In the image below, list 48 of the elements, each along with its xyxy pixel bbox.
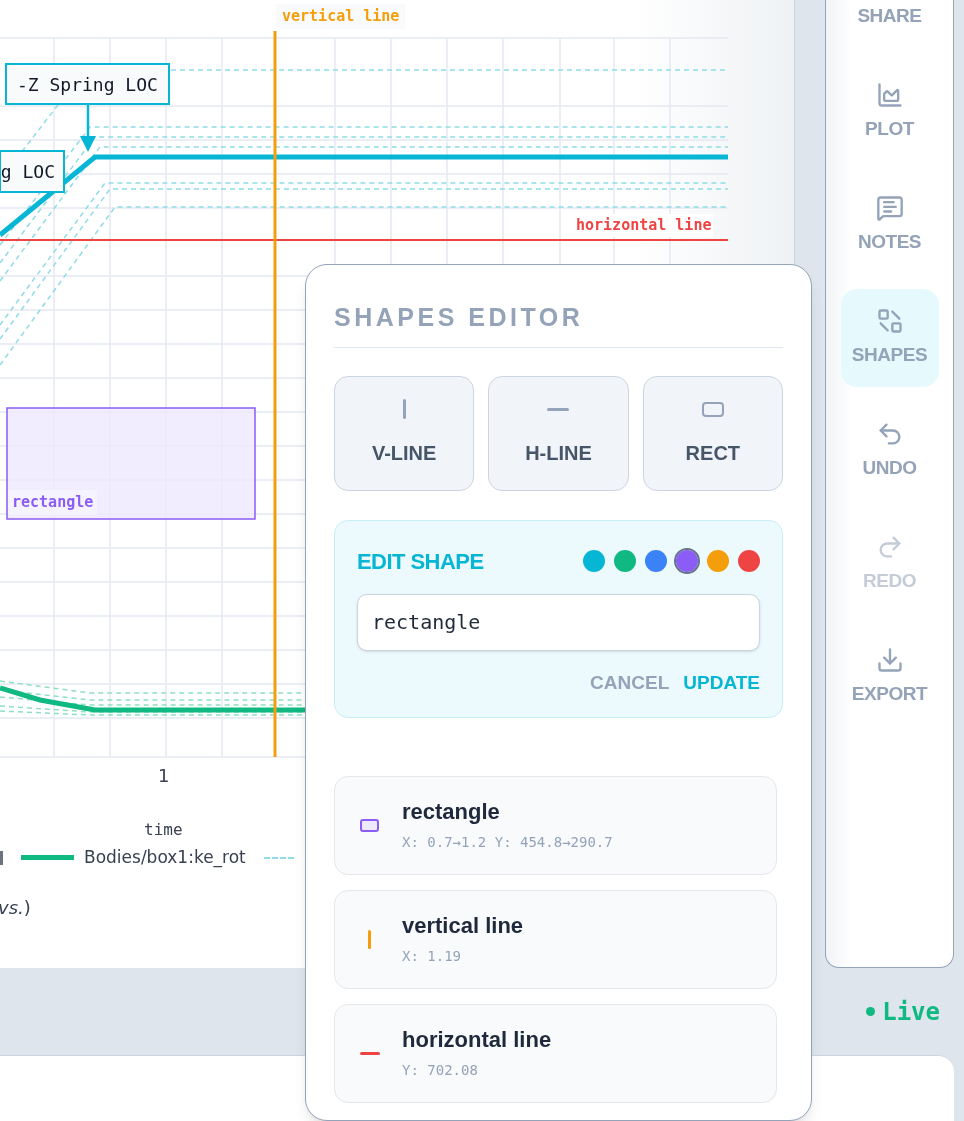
update-button[interactable]: UPDATE xyxy=(683,668,760,697)
color-swatch[interactable] xyxy=(614,550,636,572)
legend-swatch xyxy=(0,850,3,865)
status-label: Live xyxy=(882,996,940,1028)
cancel-button[interactable]: CANCEL xyxy=(590,668,670,697)
shape-list-item[interactable]: horizontal line Y: 702.08 xyxy=(334,1004,777,1103)
edit-shape-title: EDIT SHAPE xyxy=(357,547,484,576)
chart-note: vs.) xyxy=(0,896,31,920)
sidebar-tool-button[interactable]: UNDO xyxy=(840,402,939,500)
callout-label: -Z Spring LOC xyxy=(5,63,170,105)
horizontal-line-label: horizontal line xyxy=(574,214,714,237)
sidebar-tool-button[interactable]: SHARE xyxy=(840,0,939,48)
add-shape-button[interactable]: RECT xyxy=(642,375,783,491)
shape-coordinates: X: 0.7→1.2 Y: 454.8→290.7 xyxy=(402,832,613,852)
vertical-line-icon xyxy=(402,399,406,419)
vertical-line-label: vertical line xyxy=(276,4,406,29)
shape-list-item[interactable]: rectangle X: 0.7→1.2 Y: 454.8→290.7 xyxy=(334,776,777,875)
legend-label: Bodies/box1:ke_rot xyxy=(84,846,246,870)
add-shape-button[interactable]: V-LINE xyxy=(334,375,475,491)
download-icon xyxy=(875,645,904,674)
shapes-icon xyxy=(875,306,904,335)
legend-swatch xyxy=(263,856,294,859)
x-axis-label: time xyxy=(144,819,183,841)
sidebar-tool-button[interactable]: NOTES xyxy=(840,176,939,274)
panel-title: SHAPES EDITOR xyxy=(334,299,783,348)
callout-label: g LOC xyxy=(0,150,65,193)
shape-coordinates: X: 1.19 xyxy=(402,946,462,966)
color-swatch[interactable] xyxy=(738,550,760,572)
color-swatch[interactable] xyxy=(676,550,698,572)
shape-name: rectangle xyxy=(402,798,501,826)
color-swatch[interactable] xyxy=(707,550,729,572)
add-shape-button[interactable]: H-LINE xyxy=(488,375,629,491)
color-swatch[interactable] xyxy=(583,550,605,572)
shape-name-input[interactable]: rectangle xyxy=(357,593,760,651)
sidebar-tool-button[interactable]: PLOT xyxy=(840,63,939,161)
shape-list-item[interactable]: vertical line X: 1.19 xyxy=(334,890,777,989)
sidebar-tool-button[interactable]: SHAPES xyxy=(840,289,939,387)
color-swatch[interactable] xyxy=(645,550,667,572)
area-chart-icon xyxy=(875,80,904,109)
rectangle-label: rectangle xyxy=(8,490,98,515)
horizontal-line-icon xyxy=(547,407,570,411)
sidebar-tool-button[interactable]: EXPORT xyxy=(840,628,939,726)
shape-name: vertical line xyxy=(402,912,524,940)
callout-arrow xyxy=(80,104,96,152)
shape-name: horizontal line xyxy=(402,1026,552,1054)
speech-bubble-icon xyxy=(875,193,904,222)
x-tick-label: 1 xyxy=(158,764,170,788)
shape-coordinates: Y: 702.08 xyxy=(402,1060,479,1080)
